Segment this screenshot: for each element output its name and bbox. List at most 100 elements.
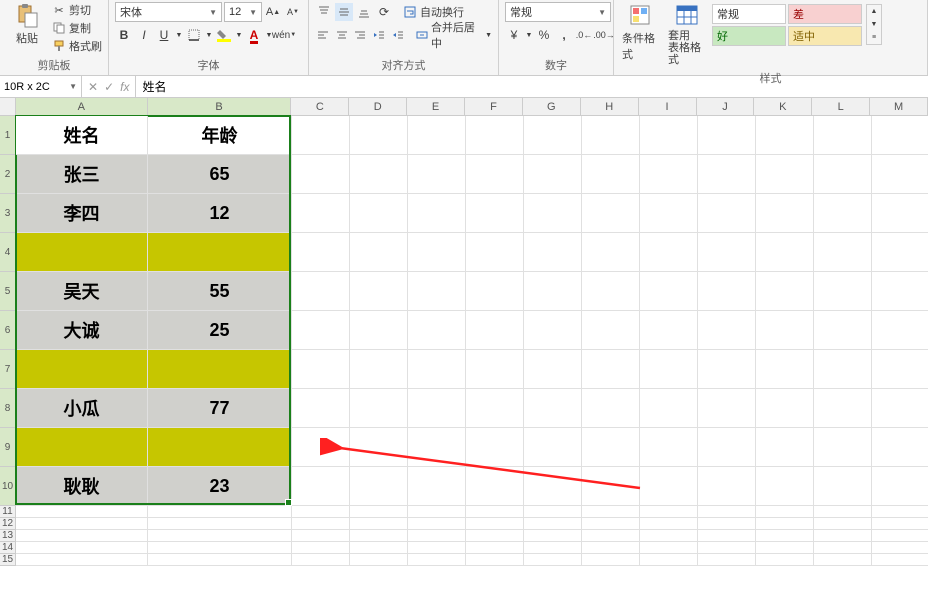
cell[interactable] xyxy=(408,506,466,518)
cell[interactable] xyxy=(524,467,582,506)
cell[interactable] xyxy=(524,389,582,428)
cell[interactable] xyxy=(640,389,698,428)
cell[interactable] xyxy=(814,506,872,518)
comma-button[interactable]: , xyxy=(555,26,573,44)
cell[interactable] xyxy=(148,542,292,554)
cell[interactable] xyxy=(698,155,756,194)
wrap-text-button[interactable]: 自动换行 xyxy=(403,4,464,20)
cell[interactable] xyxy=(698,350,756,389)
col-header-E[interactable]: E xyxy=(407,98,465,115)
format-painter-button[interactable]: 格式刷 xyxy=(52,38,102,54)
cell[interactable] xyxy=(408,428,466,467)
cell[interactable] xyxy=(466,428,524,467)
row-header-4[interactable]: 4 xyxy=(0,233,15,272)
cell[interactable] xyxy=(640,311,698,350)
row-header-11[interactable]: 11 xyxy=(0,506,15,518)
cell[interactable] xyxy=(466,506,524,518)
cell[interactable] xyxy=(292,155,350,194)
cell[interactable] xyxy=(16,506,148,518)
cell[interactable] xyxy=(148,518,292,530)
cell[interactable] xyxy=(408,389,466,428)
increase-font-button[interactable]: A▲ xyxy=(264,3,282,21)
cell[interactable] xyxy=(408,350,466,389)
align-middle-button[interactable] xyxy=(335,3,353,21)
cell[interactable] xyxy=(640,233,698,272)
data-cell[interactable] xyxy=(16,233,148,272)
cell[interactable] xyxy=(872,554,928,566)
cell[interactable] xyxy=(292,554,350,566)
cell[interactable] xyxy=(582,518,640,530)
cell[interactable] xyxy=(148,554,292,566)
cell[interactable] xyxy=(582,389,640,428)
cell[interactable] xyxy=(292,389,350,428)
cell[interactable] xyxy=(698,554,756,566)
row-header-3[interactable]: 3 xyxy=(0,194,15,233)
decrease-indent-button[interactable] xyxy=(371,26,388,44)
cell[interactable] xyxy=(756,272,814,311)
cell[interactable] xyxy=(872,467,928,506)
cell[interactable] xyxy=(872,506,928,518)
cell[interactable] xyxy=(698,272,756,311)
cancel-icon[interactable]: ✕ xyxy=(88,80,98,94)
cell[interactable] xyxy=(872,233,928,272)
data-cell[interactable]: 年龄 xyxy=(148,116,292,155)
cell[interactable] xyxy=(292,506,350,518)
data-cell[interactable] xyxy=(16,350,148,389)
cell[interactable] xyxy=(640,116,698,155)
data-cell[interactable]: 耿耿 xyxy=(16,467,148,506)
cell[interactable] xyxy=(466,542,524,554)
copy-button[interactable]: 复制 xyxy=(52,20,102,36)
cut-button[interactable]: ✂ 剪切 xyxy=(52,2,102,18)
data-cell[interactable] xyxy=(16,428,148,467)
cell[interactable] xyxy=(466,194,524,233)
currency-button[interactable]: ¥ xyxy=(505,26,523,44)
cell[interactable] xyxy=(814,116,872,155)
cell[interactable] xyxy=(814,467,872,506)
cell[interactable] xyxy=(814,518,872,530)
row-header-6[interactable]: 6 xyxy=(0,311,15,350)
row-header-14[interactable]: 14 xyxy=(0,542,15,554)
cell[interactable] xyxy=(148,530,292,542)
cell[interactable] xyxy=(814,272,872,311)
underline-dropdown[interactable]: ▼ xyxy=(175,26,183,44)
cell[interactable] xyxy=(292,428,350,467)
cell[interactable] xyxy=(466,233,524,272)
align-top-button[interactable] xyxy=(315,3,333,21)
cell[interactable] xyxy=(814,233,872,272)
cell[interactable] xyxy=(350,116,408,155)
cell[interactable] xyxy=(872,155,928,194)
data-cell[interactable]: 25 xyxy=(148,311,292,350)
cell[interactable] xyxy=(524,272,582,311)
enter-icon[interactable]: ✓ xyxy=(104,80,114,94)
cell[interactable] xyxy=(582,272,640,311)
cell[interactable] xyxy=(582,155,640,194)
styles-more[interactable]: ≡ xyxy=(867,31,881,44)
cell[interactable] xyxy=(698,518,756,530)
align-left-button[interactable] xyxy=(315,26,332,44)
data-cell[interactable]: 12 xyxy=(148,194,292,233)
increase-indent-button[interactable] xyxy=(389,26,406,44)
cell[interactable] xyxy=(292,530,350,542)
font-size-combo[interactable]: 12 ▼ xyxy=(224,2,262,22)
cell[interactable] xyxy=(466,155,524,194)
cell[interactable] xyxy=(640,542,698,554)
cell[interactable] xyxy=(350,155,408,194)
cell[interactable] xyxy=(698,116,756,155)
cell[interactable] xyxy=(756,116,814,155)
cell[interactable] xyxy=(466,350,524,389)
cell[interactable] xyxy=(698,233,756,272)
cell[interactable] xyxy=(698,428,756,467)
cell[interactable] xyxy=(756,389,814,428)
col-header-D[interactable]: D xyxy=(349,98,407,115)
cell[interactable] xyxy=(466,272,524,311)
cell[interactable] xyxy=(698,194,756,233)
cell[interactable] xyxy=(292,467,350,506)
select-all-corner[interactable] xyxy=(0,98,16,115)
cell[interactable] xyxy=(814,350,872,389)
cell[interactable] xyxy=(872,428,928,467)
cell[interactable] xyxy=(524,311,582,350)
cell[interactable] xyxy=(408,155,466,194)
data-cell[interactable]: 吴天 xyxy=(16,272,148,311)
formula-input[interactable]: 姓名 xyxy=(136,76,928,97)
cell[interactable] xyxy=(524,350,582,389)
